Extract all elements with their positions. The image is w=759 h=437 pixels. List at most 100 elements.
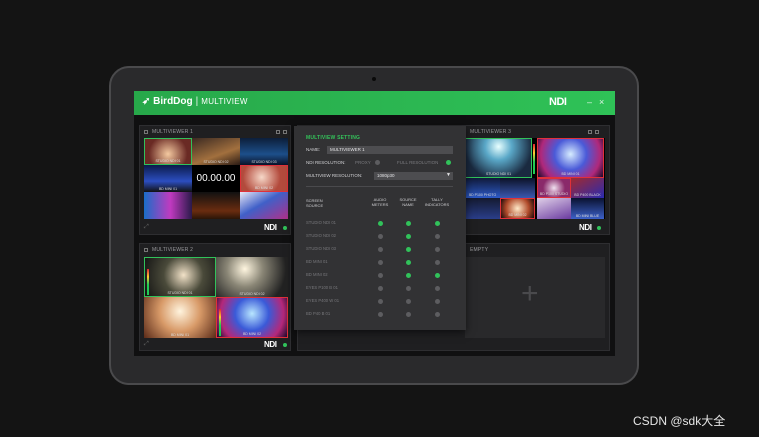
tablet-camera (372, 77, 376, 81)
multiviewer-panel-2[interactable]: MULTIVIEWER 2 STUDIO NDI 01 STUDIO NDI 0… (139, 243, 291, 351)
video-tile[interactable]: BD MINI BLUE (571, 198, 604, 219)
expand-icon[interactable]: ⤢ (144, 341, 149, 348)
tally-toggle[interactable] (435, 234, 440, 239)
video-tile[interactable]: BD P100 PHOTO (465, 178, 500, 198)
source-row-label: STUDIO NDI 02 (306, 233, 337, 238)
name-label: NAME: (306, 147, 321, 152)
name-field[interactable]: MULTIVIEWER 1 (327, 146, 453, 154)
video-tile[interactable] (537, 198, 571, 219)
audio-toggle[interactable] (378, 221, 383, 226)
video-tile[interactable]: BD MINI 02 (500, 198, 535, 219)
video-tile[interactable]: STUDIO NDI 02 (192, 138, 240, 165)
proxy-radio[interactable] (375, 160, 380, 165)
video-tile[interactable]: BD MINI 02 (216, 297, 288, 338)
video-tile[interactable]: STUDIO NDI 01 (144, 138, 192, 165)
tally-toggle[interactable] (435, 247, 440, 252)
panel-title: MULTIVIEWER 3 (470, 129, 512, 135)
empty-slot[interactable]: + (465, 257, 605, 338)
video-tile[interactable] (500, 178, 535, 198)
video-tile[interactable]: STUDIO NDI 02 (216, 257, 288, 297)
video-tile[interactable] (144, 192, 192, 219)
multiview-settings-dialog: MULTIVIEW SETTING NAME: MULTIVIEWER 1 ND… (294, 126, 466, 330)
name-toggle[interactable] (406, 260, 411, 265)
source-row-label: STUDIO NDI 03 (306, 246, 337, 251)
audio-toggle[interactable] (378, 273, 383, 278)
app-title: MULTIVIEW (201, 97, 248, 106)
minimize-button[interactable]: – (587, 97, 592, 107)
full-resolution-radio[interactable] (446, 160, 451, 165)
video-tile[interactable]: STUDIO NDI 03 (240, 138, 288, 165)
source-row-label: EYES P400 W 01 (306, 298, 340, 303)
proxy-option-label: PROXY (355, 160, 371, 165)
video-tile[interactable]: BD P400 BLACK (571, 178, 604, 198)
source-row-label: BD P40 B 01 (306, 311, 331, 316)
status-dot (283, 226, 287, 230)
column-header-tally: TALLY INDICATORS (424, 197, 450, 207)
tally-toggle[interactable] (435, 221, 440, 226)
panel-settings-icon[interactable] (276, 130, 280, 134)
full-resolution-label: FULL RESOLUTION (397, 160, 439, 165)
title-bar: ➶ BirdDog | MULTIVIEW NDI – × (134, 91, 615, 115)
status-dot (283, 343, 287, 347)
add-icon[interactable]: + (521, 279, 539, 309)
video-tile[interactable] (240, 192, 288, 219)
panel-title: MULTIVIEWER 1 (152, 129, 194, 135)
name-toggle[interactable] (406, 312, 411, 317)
video-tile[interactable] (465, 198, 500, 219)
column-header-name: SOURCE NAME (399, 197, 417, 207)
audio-toggle[interactable] (378, 299, 383, 304)
audio-meter (147, 269, 149, 295)
resolution-select[interactable]: 1080p30 ▼ (374, 172, 453, 180)
clock-tile[interactable]: 00.00.00 (192, 165, 240, 192)
video-tile[interactable]: BD MINI 01 (144, 165, 192, 192)
multiviewer-panel-1[interactable]: MULTIVIEWER 1 STUDIO NDI 01 STUDIO NDI 0… (139, 125, 291, 235)
expand-icon[interactable]: ⤢ (144, 224, 149, 231)
watermark: CSDN @sdk大全 (633, 414, 726, 428)
video-tile[interactable]: BD P100 STUDIO (537, 178, 571, 198)
audio-toggle[interactable] (378, 312, 383, 317)
video-tile[interactable]: STUDIO NDI 01 (144, 257, 216, 297)
brand-name: BirdDog (153, 96, 193, 107)
name-toggle[interactable] (406, 286, 411, 291)
tally-toggle[interactable] (435, 273, 440, 278)
video-tile[interactable]: STUDIO NDI 01 (465, 138, 532, 178)
tally-toggle[interactable] (435, 312, 440, 317)
ndi-badge: NDI (579, 223, 592, 232)
divider (306, 186, 453, 187)
ndi-resolution-label: NDI RESOLUTION: (306, 160, 346, 165)
multiview-grid: STUDIO NDI 01 BD MINI 01 BD P100 PHOTO B… (465, 138, 605, 219)
audio-toggle[interactable] (378, 247, 383, 252)
close-button[interactable]: × (599, 97, 604, 107)
bird-icon: ➶ (142, 96, 151, 107)
name-toggle[interactable] (406, 221, 411, 226)
panel-menu-icon[interactable] (595, 130, 599, 134)
audio-meter (219, 309, 221, 336)
audio-meter (533, 144, 535, 174)
audio-toggle[interactable] (378, 234, 383, 239)
tally-toggle[interactable] (435, 286, 440, 291)
settings-title: MULTIVIEW SETTING (306, 135, 361, 141)
panel-menu-icon[interactable] (283, 130, 287, 134)
audio-toggle[interactable] (378, 286, 383, 291)
panel-select-checkbox[interactable] (144, 248, 148, 252)
panel-select-checkbox[interactable] (144, 130, 148, 134)
video-tile[interactable]: BD MINI 01 (144, 297, 216, 338)
name-toggle[interactable] (406, 299, 411, 304)
audio-toggle[interactable] (378, 260, 383, 265)
multiview-resolution-label: MULTIVIEW RESOLUTION: (306, 173, 363, 178)
clock-display: 00.00.00 (196, 173, 236, 184)
tally-toggle[interactable] (435, 260, 440, 265)
name-toggle[interactable] (406, 234, 411, 239)
column-header-audio: AUDIO METERS (371, 197, 389, 207)
multiview-grid: STUDIO NDI 01 STUDIO NDI 02 STUDIO NDI 0… (144, 138, 288, 219)
title-separator: | (195, 96, 199, 107)
video-tile[interactable]: BD MINI 02 (240, 165, 288, 192)
panel-title: MULTIVIEWER 2 (152, 247, 194, 253)
tally-toggle[interactable] (435, 299, 440, 304)
panel-settings-icon[interactable] (588, 130, 592, 134)
video-tile[interactable] (192, 192, 240, 219)
name-toggle[interactable] (406, 273, 411, 278)
video-tile[interactable]: BD MINI 01 (537, 138, 604, 178)
source-row-label: STUDIO NDI 01 (306, 220, 337, 225)
name-toggle[interactable] (406, 247, 411, 252)
